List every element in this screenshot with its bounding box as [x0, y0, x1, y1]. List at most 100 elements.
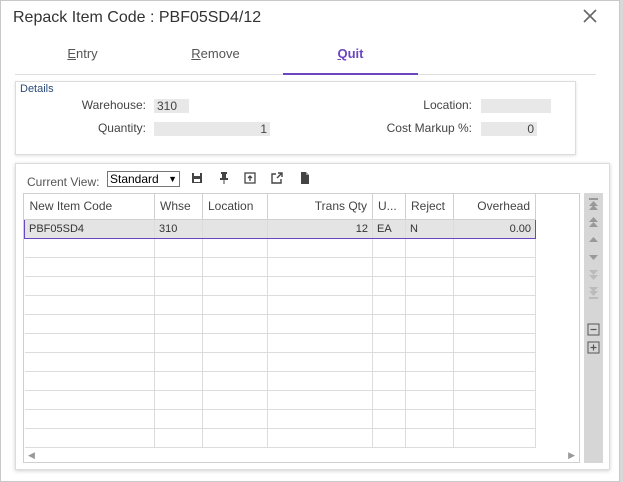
cell-unit[interactable]	[372, 333, 406, 353]
col-trans-qty[interactable]: Trans Qty	[267, 194, 373, 220]
close-icon[interactable]	[579, 5, 601, 27]
cell-unit[interactable]	[372, 276, 406, 296]
cell-trans-qty[interactable]	[267, 428, 373, 448]
cell-overhead[interactable]	[453, 352, 536, 372]
cell-unit[interactable]	[372, 257, 406, 277]
cell-overhead[interactable]	[453, 409, 536, 429]
cell-whse[interactable]	[154, 390, 203, 410]
cell-trans-qty[interactable]	[267, 333, 373, 353]
table-row[interactable]	[24, 238, 536, 258]
tab-remove[interactable]: Remove	[148, 41, 283, 75]
cell-whse[interactable]	[154, 428, 203, 448]
cell-trans-qty[interactable]	[267, 352, 373, 372]
cell-location[interactable]	[202, 371, 268, 391]
save-icon[interactable]	[190, 171, 204, 185]
col-reject[interactable]: Reject	[405, 194, 454, 220]
cell-location[interactable]	[202, 276, 268, 296]
col-unit[interactable]: U...	[372, 194, 406, 220]
horizontal-scrollbar[interactable]: ◀ ▶	[24, 448, 579, 462]
cell-reject[interactable]	[405, 257, 454, 277]
cell-overhead[interactable]	[453, 390, 536, 410]
cell-unit[interactable]	[372, 409, 406, 429]
table-row[interactable]	[24, 428, 536, 448]
col-location[interactable]: Location	[202, 194, 268, 220]
document-icon[interactable]	[298, 171, 312, 185]
cell-overhead[interactable]	[453, 371, 536, 391]
cell-whse[interactable]	[154, 352, 203, 372]
current-view-select[interactable]: Standard ▼	[107, 171, 180, 187]
cell-location[interactable]	[202, 218, 268, 239]
cell-overhead[interactable]	[453, 333, 536, 353]
tab-entry[interactable]: Entry	[15, 41, 150, 75]
location-field[interactable]	[481, 99, 551, 113]
cell-new-item-code[interactable]	[24, 390, 155, 410]
cell-overhead[interactable]	[453, 295, 536, 315]
cell-unit[interactable]	[372, 352, 406, 372]
col-overhead[interactable]: Overhead	[453, 194, 536, 220]
cell-trans-qty[interactable]	[267, 409, 373, 429]
cell-reject[interactable]	[405, 371, 454, 391]
cell-trans-qty[interactable]	[267, 238, 373, 258]
cell-overhead[interactable]	[453, 257, 536, 277]
expand-icon[interactable]	[587, 341, 600, 354]
cell-reject[interactable]	[405, 333, 454, 353]
scroll-right-icon[interactable]: ▶	[568, 448, 575, 462]
previous-icon[interactable]	[587, 233, 600, 246]
cell-whse[interactable]	[154, 409, 203, 429]
cell-location[interactable]	[202, 314, 268, 334]
cell-overhead[interactable]	[453, 428, 536, 448]
cell-new-item-code[interactable]	[24, 333, 155, 353]
cell-location[interactable]	[202, 295, 268, 315]
cell-new-item-code[interactable]	[24, 295, 155, 315]
cell-whse[interactable]	[154, 371, 203, 391]
cell-whse[interactable]: 310	[154, 218, 203, 239]
cell-unit[interactable]	[372, 238, 406, 258]
cell-unit[interactable]	[372, 390, 406, 410]
cell-location[interactable]	[202, 352, 268, 372]
quantity-field[interactable]: 1	[154, 122, 270, 136]
last-icon[interactable]	[587, 287, 600, 300]
cell-overhead[interactable]	[453, 314, 536, 334]
table-row[interactable]: PBF05SD4 310 12 EA N 0.00	[24, 218, 536, 239]
cell-trans-qty[interactable]	[267, 314, 373, 334]
cell-whse[interactable]	[154, 238, 203, 258]
cell-trans-qty[interactable]	[267, 390, 373, 410]
cell-trans-qty[interactable]	[267, 371, 373, 391]
next-icon[interactable]	[587, 251, 600, 264]
cost-markup-field[interactable]: 0	[481, 122, 537, 136]
table-row[interactable]	[24, 276, 536, 296]
cell-overhead[interactable]	[453, 238, 536, 258]
cell-reject[interactable]	[405, 314, 454, 334]
table-row[interactable]	[24, 333, 536, 353]
cell-reject[interactable]	[405, 409, 454, 429]
table-row[interactable]	[24, 390, 536, 410]
cell-whse[interactable]	[154, 295, 203, 315]
table-row[interactable]	[24, 371, 536, 391]
cell-whse[interactable]	[154, 257, 203, 277]
cell-trans-qty[interactable]	[267, 257, 373, 277]
cell-location[interactable]	[202, 238, 268, 258]
cell-reject[interactable]	[405, 276, 454, 296]
cell-location[interactable]	[202, 333, 268, 353]
cell-location[interactable]	[202, 390, 268, 410]
scroll-left-icon[interactable]: ◀	[28, 448, 35, 462]
table-row[interactable]	[24, 409, 536, 429]
cell-new-item-code[interactable]	[24, 352, 155, 372]
cell-trans-qty[interactable]: 12	[267, 218, 373, 239]
export-icon[interactable]	[243, 171, 257, 185]
cell-overhead[interactable]: 0.00	[453, 218, 536, 239]
cell-whse[interactable]	[154, 333, 203, 353]
cell-new-item-code[interactable]	[24, 314, 155, 334]
pin-icon[interactable]	[217, 171, 231, 185]
cell-new-item-code[interactable]	[24, 371, 155, 391]
cell-whse[interactable]	[154, 314, 203, 334]
cell-reject[interactable]	[405, 238, 454, 258]
cell-reject[interactable]	[405, 295, 454, 315]
cell-new-item-code[interactable]	[24, 257, 155, 277]
open-external-icon[interactable]	[270, 171, 284, 185]
cell-trans-qty[interactable]	[267, 295, 373, 315]
col-new-item-code[interactable]: New Item Code	[24, 194, 155, 220]
next-page-icon[interactable]	[587, 269, 600, 282]
table-row[interactable]	[24, 257, 536, 277]
cell-unit[interactable]	[372, 428, 406, 448]
